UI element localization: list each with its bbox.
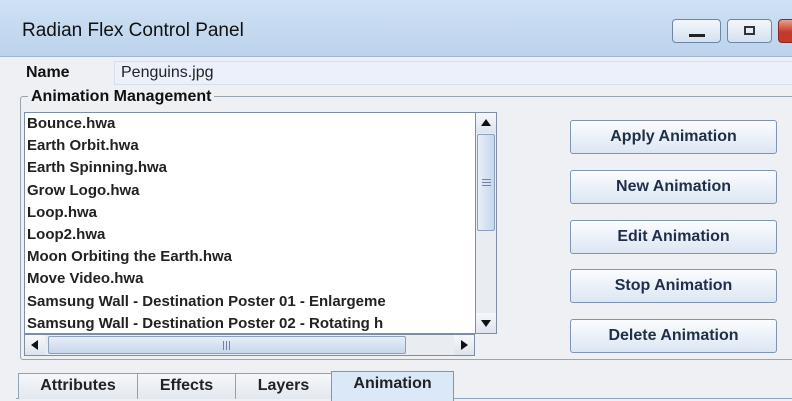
arrow-up-icon — [481, 119, 491, 126]
scroll-down-button[interactable] — [476, 313, 496, 333]
list-item[interactable]: Moon Orbiting the Earth.hwa — [25, 246, 476, 268]
minimize-button[interactable] — [672, 19, 721, 43]
window-title: Radian Flex Control Panel — [22, 20, 244, 41]
arrow-right-icon — [461, 340, 468, 350]
list-item[interactable]: Loop.hwa — [25, 202, 476, 224]
list-item[interactable]: Grow Logo.hwa — [25, 180, 476, 202]
scroll-up-button[interactable] — [476, 113, 496, 133]
name-label: Name — [26, 64, 70, 81]
arrow-left-icon — [31, 340, 38, 350]
close-button[interactable]: ✕ — [778, 17, 792, 45]
list-item[interactable]: Loop2.hwa — [25, 224, 476, 246]
arrow-down-icon — [481, 320, 491, 327]
name-field[interactable]: Penguins.jpg — [114, 61, 792, 85]
group-title: Animation Management — [28, 88, 215, 106]
list-item[interactable]: Bounce.hwa — [25, 113, 476, 135]
vertical-scrollbar[interactable] — [475, 112, 497, 334]
list-item[interactable]: Samsung Wall - Destination Poster 02 - R… — [25, 313, 476, 333]
tab-animation[interactable]: Animation — [331, 371, 454, 401]
grip-icon — [223, 341, 224, 350]
list-item[interactable]: Earth Spinning.hwa — [25, 157, 476, 179]
scroll-right-button[interactable] — [454, 335, 474, 355]
tab-effects[interactable]: Effects — [137, 373, 236, 399]
control-panel-window: Radian Flex Control Panel ✕ Name Penguin… — [0, 0, 792, 401]
title-bar[interactable]: Radian Flex Control Panel ✕ — [0, 0, 792, 57]
maximize-button[interactable] — [727, 19, 772, 43]
list-item[interactable]: Move Video.hwa — [25, 268, 476, 290]
edit-animation-button[interactable]: Edit Animation — [570, 220, 777, 254]
vertical-scroll-thumb[interactable] — [477, 134, 495, 231]
tab-layers[interactable]: Layers — [235, 373, 332, 399]
list-item[interactable]: Samsung Wall - Destination Poster 01 - E… — [25, 291, 476, 313]
animation-list[interactable]: Bounce.hwa Earth Orbit.hwa Earth Spinnin… — [24, 112, 477, 334]
stop-animation-button[interactable]: Stop Animation — [570, 269, 777, 303]
scroll-left-button[interactable] — [25, 335, 45, 355]
new-animation-button[interactable]: New Animation — [570, 170, 777, 204]
tab-attributes[interactable]: Attributes — [18, 373, 138, 399]
minimize-icon — [689, 34, 705, 37]
apply-animation-button[interactable]: Apply Animation — [570, 120, 777, 154]
horizontal-scrollbar[interactable] — [24, 334, 475, 356]
delete-animation-button[interactable]: Delete Animation — [570, 319, 777, 353]
maximize-icon — [744, 26, 755, 35]
list-item[interactable]: Earth Orbit.hwa — [25, 135, 476, 157]
grip-icon — [482, 179, 491, 180]
horizontal-scroll-thumb[interactable] — [48, 336, 406, 354]
